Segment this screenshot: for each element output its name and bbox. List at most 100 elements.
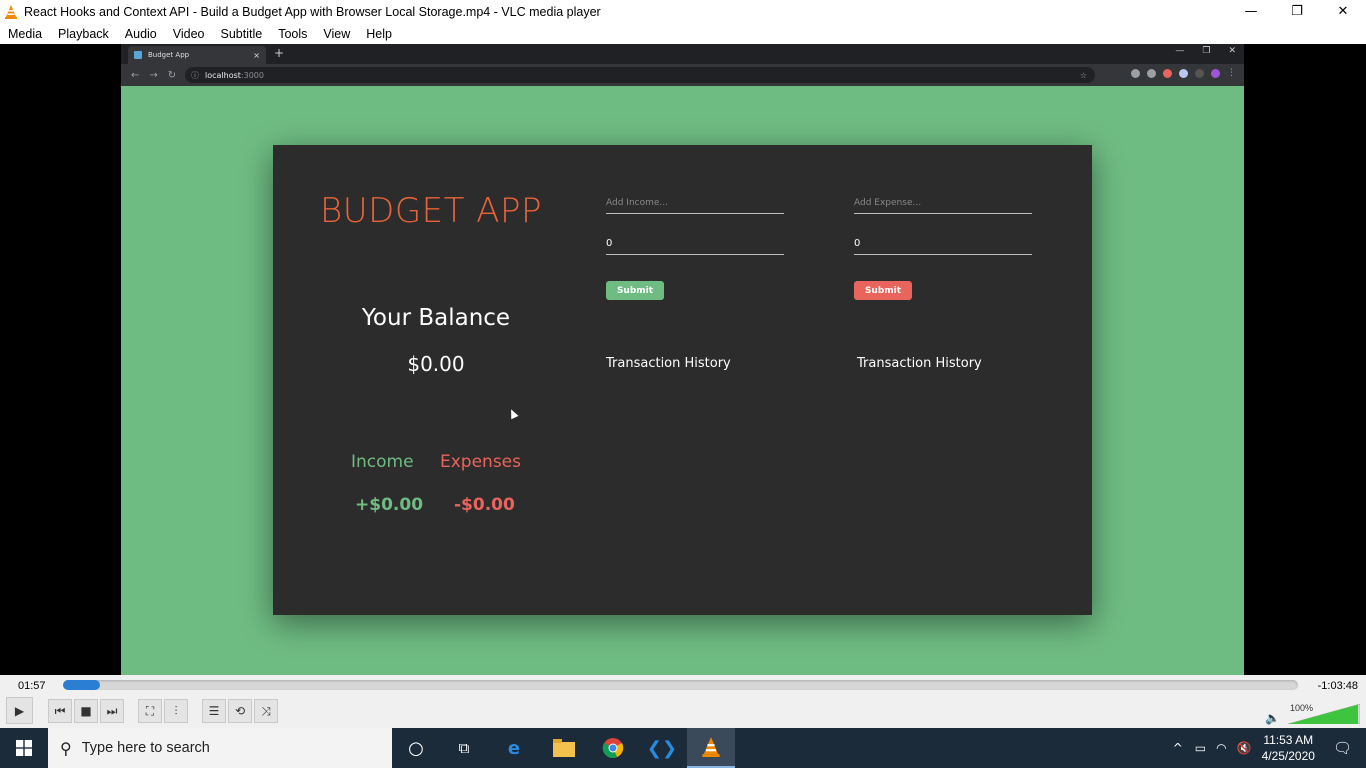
address-bar: ⓘ localhost :3000 ☆ xyxy=(185,67,1095,83)
speaker-icon[interactable]: 🔈 xyxy=(1265,711,1280,725)
extension-icon xyxy=(1195,68,1204,78)
budget-card: BUDGET APP Your Balance $0.00 Income Exp… xyxy=(273,145,1092,615)
browser-toolbar: ← → ↻ ⓘ localhost :3000 ☆ ⋮ xyxy=(121,64,1244,86)
cortana-icon[interactable]: ○ xyxy=(392,728,440,768)
expense-description-input: Add Expense... xyxy=(854,198,1032,214)
balance-label: Your Balance xyxy=(361,305,511,331)
profile-avatar-icon xyxy=(1211,68,1220,78)
playlist-icon: ☰ xyxy=(208,704,220,718)
expense-submit-button: Submit xyxy=(854,281,912,300)
seek-bar[interactable] xyxy=(63,680,1298,690)
volume-muted-icon[interactable]: 🔇 xyxy=(1237,741,1252,755)
edge-browser-icon[interactable]: e xyxy=(490,728,538,768)
previous-icon: ⏮ xyxy=(54,703,66,718)
video-browser-frame: Budget App × + — ❐ ✕ ← → ↻ ⓘ localhost :… xyxy=(121,44,1244,675)
stop-icon: ■ xyxy=(80,704,92,718)
extension-icon xyxy=(1179,68,1188,78)
menu-video[interactable]: Video xyxy=(173,27,205,41)
search-icon: ⚲ xyxy=(60,738,72,758)
chrome-icon[interactable] xyxy=(589,728,637,768)
vlc-title-bar: React Hooks and Context API - Build a Bu… xyxy=(0,0,1366,24)
income-amount-input: 0 xyxy=(606,238,784,255)
income-submit-button: Submit xyxy=(606,281,664,300)
next-icon: ⏭ xyxy=(106,703,118,718)
playlist-button[interactable]: ☰ xyxy=(202,699,226,723)
stop-button[interactable]: ■ xyxy=(74,699,98,723)
forward-arrow-icon: → xyxy=(149,69,158,81)
menu-view[interactable]: View xyxy=(323,27,350,41)
notification-center-icon[interactable]: 🗨 xyxy=(1333,739,1352,757)
menu-subtitle[interactable]: Subtitle xyxy=(221,27,263,41)
url-host: localhost xyxy=(205,70,241,80)
menu-audio[interactable]: Audio xyxy=(125,27,157,41)
fullscreen-button[interactable]: ⛶ xyxy=(138,699,162,723)
vscode-icon[interactable]: ❮❯ xyxy=(638,728,686,768)
menu-media[interactable]: Media xyxy=(8,27,42,41)
income-total: +$0.00 xyxy=(355,495,424,515)
tab-close-icon: × xyxy=(253,50,260,60)
battery-icon[interactable]: ▭ xyxy=(1195,741,1206,755)
windows-taskbar: ⚲ Type here to search ○ ⧉ e ❮❯ ^ ▭ ◠ 🔇 1… xyxy=(0,728,1366,768)
player-controls: 01:57 -1:03:48 ▶ ⏮ ■ ⏭ ⛶ ⫶ ☰ ⟲ ⤨ 🔈 100% xyxy=(0,675,1366,728)
browser-menu-icon: ⋮ xyxy=(1227,68,1236,78)
browser-restore-icon: ❐ xyxy=(1202,46,1211,56)
play-button[interactable]: ▶ xyxy=(6,697,33,724)
menu-playback[interactable]: Playback xyxy=(58,27,109,41)
play-icon: ▶ xyxy=(14,703,25,718)
equalizer-icon: ⫶ xyxy=(174,703,178,718)
menu-help[interactable]: Help xyxy=(366,27,392,41)
expenses-label: Expenses xyxy=(440,452,521,472)
loop-button[interactable]: ⟲ xyxy=(228,699,252,723)
windows-logo-icon xyxy=(16,740,32,756)
browser-close-icon: ✕ xyxy=(1228,46,1236,56)
taskbar-clock[interactable]: 11:53 AM 4/25/2020 xyxy=(1262,732,1315,764)
remaining-time[interactable]: -1:03:48 xyxy=(1318,680,1358,692)
system-tray: ^ ▭ ◠ 🔇 11:53 AM 4/25/2020 🗨 xyxy=(1173,728,1366,768)
browser-tab-title: Budget App xyxy=(148,51,190,59)
previous-button[interactable]: ⏮ xyxy=(48,699,72,723)
browser-tab: Budget App × xyxy=(128,46,266,64)
next-button[interactable]: ⏭ xyxy=(100,699,124,723)
income-description-input: Add Income... xyxy=(606,198,784,214)
extension-icon xyxy=(1147,68,1156,78)
app-title: BUDGET APP xyxy=(320,191,542,231)
minimize-button[interactable]: — xyxy=(1228,0,1274,22)
start-button[interactable] xyxy=(0,728,48,768)
close-button[interactable]: ✕ xyxy=(1320,0,1366,22)
extension-icon xyxy=(1131,68,1140,78)
elapsed-time: 01:57 xyxy=(18,680,46,692)
expense-transaction-history-heading: Transaction History xyxy=(857,356,982,371)
task-view-icon[interactable]: ⧉ xyxy=(440,728,488,768)
fullscreen-icon: ⛶ xyxy=(145,703,155,718)
file-explorer-icon[interactable] xyxy=(540,728,588,768)
income-transaction-history-heading: Transaction History xyxy=(606,356,731,371)
restore-button[interactable]: ❐ xyxy=(1274,0,1320,22)
loop-icon: ⟲ xyxy=(234,704,246,718)
seek-progress xyxy=(63,680,101,690)
extension-icons: ⋮ xyxy=(1131,68,1236,78)
reload-icon: ↻ xyxy=(167,69,177,81)
vlc-taskbar-icon[interactable] xyxy=(687,728,735,768)
favicon-icon xyxy=(134,51,142,59)
menu-bar: Media Playback Audio Video Subtitle Tool… xyxy=(0,24,1366,44)
expenses-total: -$0.00 xyxy=(454,495,515,515)
bookmark-star-icon: ☆ xyxy=(1079,70,1087,80)
taskbar-search-box[interactable]: ⚲ Type here to search xyxy=(48,728,392,768)
search-placeholder: Type here to search xyxy=(81,740,210,756)
new-tab-icon: + xyxy=(274,46,285,60)
browser-minimize-icon: — xyxy=(1175,46,1185,56)
volume-percent: 100% xyxy=(1290,703,1314,713)
info-icon: ⓘ xyxy=(191,70,199,80)
browser-window-controls: — ❐ ✕ xyxy=(1175,46,1236,56)
tray-expand-icon[interactable]: ^ xyxy=(1173,741,1183,755)
clock-time: 11:53 AM xyxy=(1263,733,1314,747)
extended-settings-button[interactable]: ⫶ xyxy=(164,699,188,723)
menu-tools[interactable]: Tools xyxy=(278,27,307,41)
back-arrow-icon: ← xyxy=(131,69,140,81)
window-title: React Hooks and Context API - Build a Bu… xyxy=(24,5,601,19)
shuffle-icon: ⤨ xyxy=(261,703,271,718)
shuffle-button[interactable]: ⤨ xyxy=(254,699,278,723)
wifi-icon[interactable]: ◠ xyxy=(1216,741,1226,755)
balance-value: $0.00 xyxy=(407,352,465,376)
income-label: Income xyxy=(351,452,414,472)
